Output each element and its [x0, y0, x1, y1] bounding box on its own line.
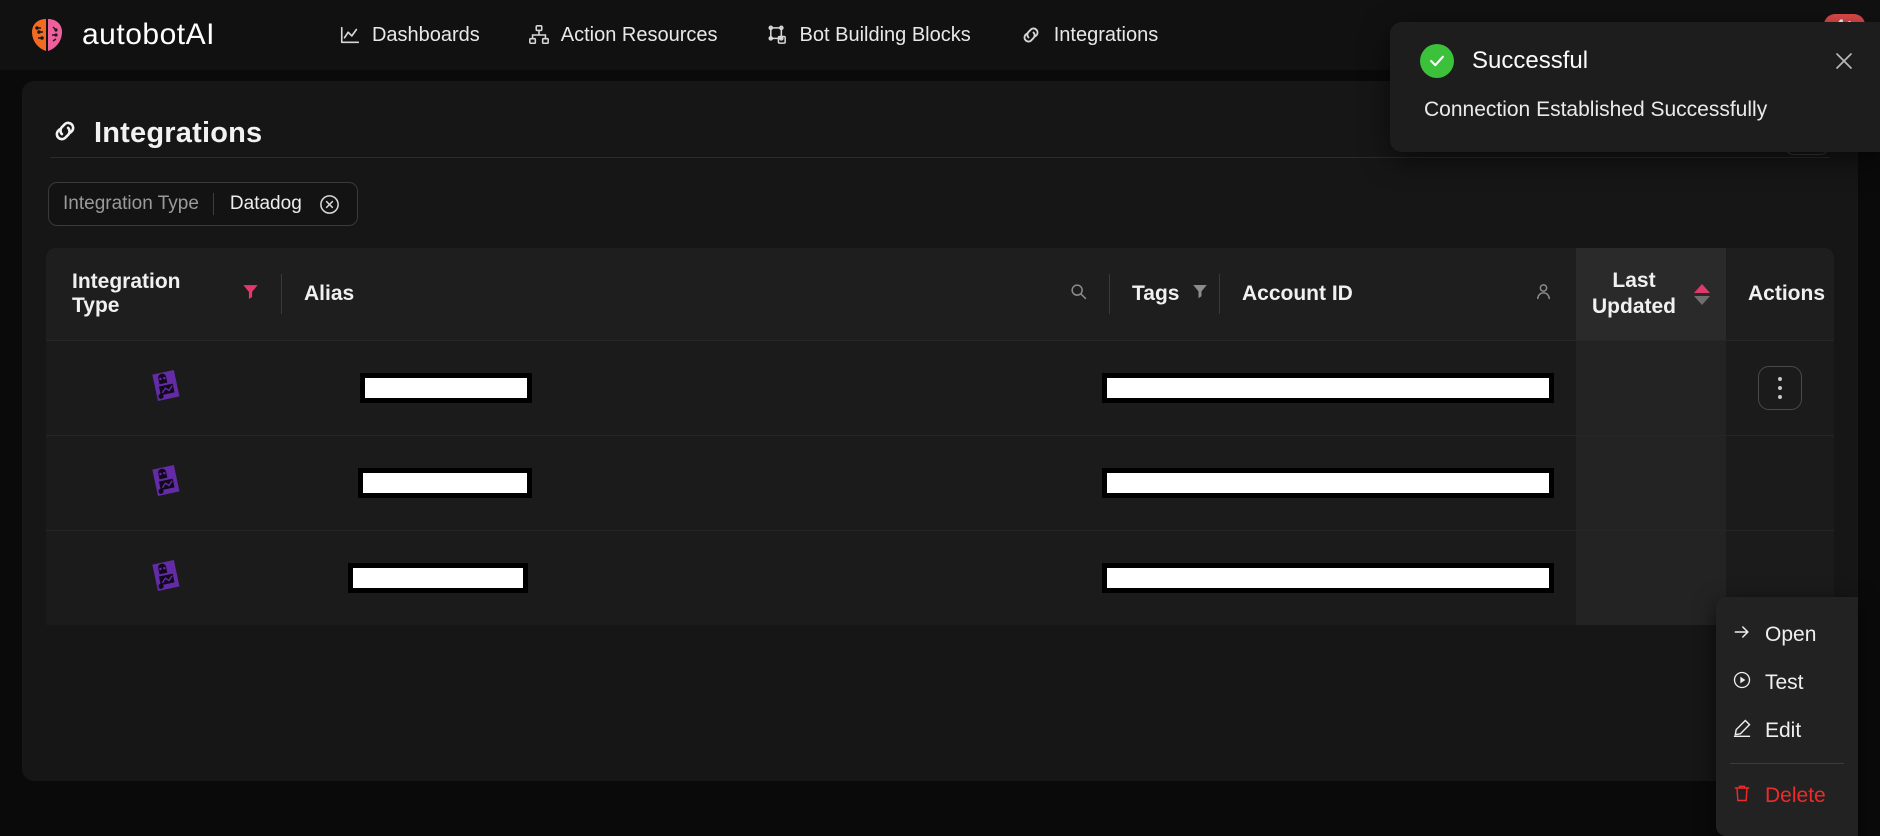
redacted-value — [1102, 468, 1554, 498]
cell-actions — [1726, 366, 1834, 410]
filter-chip-value: Datadog — [229, 193, 302, 214]
column-header-tags[interactable]: Tags — [1110, 248, 1220, 340]
check-circle-icon — [1420, 44, 1454, 78]
menu-item-edit[interactable]: Edit — [1716, 707, 1858, 755]
toast-message: Connection Established Successfully — [1424, 98, 1768, 121]
nav-item-bot-building-blocks[interactable]: Bot Building Blocks — [742, 0, 995, 70]
column-label: Last Updated — [1592, 268, 1676, 318]
trash-icon — [1732, 783, 1752, 809]
datadog-logo-icon — [151, 369, 181, 407]
nav-links: Dashboards Action Resources Bot Building… — [315, 0, 1182, 70]
filter-icon[interactable] — [1191, 282, 1209, 306]
filter-chip-integration-type[interactable]: Integration Type Datadog — [48, 182, 358, 226]
column-header-actions: Actions — [1726, 248, 1834, 340]
cell-integration-type — [46, 369, 282, 407]
cell-last-updated — [1576, 531, 1726, 626]
filter-chip-label: Integration Type — [63, 193, 199, 214]
sort-descending-icon — [1694, 295, 1710, 305]
brand[interactable]: autobotAI — [26, 14, 215, 56]
menu-item-test[interactable]: Test — [1716, 659, 1858, 707]
link-icon — [1019, 23, 1043, 47]
filter-icon[interactable] — [241, 282, 260, 307]
redacted-value — [1102, 373, 1554, 403]
filter-bar: Integration Type Datadog — [22, 158, 1858, 226]
person-icon[interactable] — [1533, 281, 1554, 308]
brain-logo-icon — [26, 14, 68, 56]
table-header-row: Integration Type Alias Tags Account ID L… — [46, 248, 1834, 340]
nav-item-label: Bot Building Blocks — [799, 23, 971, 46]
integrations-table: Integration Type Alias Tags Account ID L… — [46, 248, 1834, 625]
sort-ascending-icon — [1694, 283, 1710, 293]
kebab-menu-icon[interactable] — [1758, 366, 1802, 410]
column-header-last-updated[interactable]: Last Updated — [1576, 248, 1726, 340]
chart-line-icon — [339, 24, 361, 46]
datadog-logo-icon — [151, 559, 181, 597]
datadog-logo-icon — [151, 464, 181, 502]
column-header-alias[interactable]: Alias — [282, 248, 1110, 340]
table-row[interactable] — [46, 435, 1834, 530]
cell-account-id — [1076, 563, 1576, 593]
cell-alias — [282, 468, 966, 498]
column-label: Alias — [304, 282, 355, 305]
sort-icon[interactable] — [1694, 283, 1710, 305]
menu-item-delete[interactable]: Delete — [1716, 772, 1858, 820]
toast-header: Successful — [1420, 44, 1856, 78]
redacted-value — [360, 373, 532, 403]
close-circle-icon[interactable] — [318, 193, 341, 216]
play-circle-icon — [1732, 670, 1752, 696]
page-title: Integrations — [94, 116, 263, 149]
brand-name: autobotAI — [82, 18, 215, 51]
cell-alias — [282, 563, 966, 593]
column-header-account-id[interactable]: Account ID — [1220, 248, 1576, 340]
menu-item-label: Edit — [1765, 719, 1802, 742]
search-icon[interactable] — [1068, 281, 1088, 307]
column-label: Integration Type — [72, 270, 181, 317]
menu-item-label: Delete — [1765, 784, 1826, 807]
nav-item-action-resources[interactable]: Action Resources — [504, 0, 742, 70]
nav-item-label: Action Resources — [560, 23, 718, 46]
nav-item-label: Integrations — [1053, 23, 1159, 46]
column-header-integration-type[interactable]: Integration Type — [46, 248, 282, 340]
cell-account-id — [1076, 468, 1576, 498]
table-row[interactable] — [46, 530, 1834, 625]
cell-integration-type — [46, 559, 282, 597]
success-toast: Successful Connection Established Succes… — [1390, 22, 1880, 152]
cell-account-id — [1076, 373, 1576, 403]
bot-blocks-icon — [766, 24, 789, 47]
redacted-value — [358, 468, 532, 498]
sitemap-icon — [528, 24, 550, 46]
table-row[interactable] — [46, 340, 1834, 435]
column-label: Account ID — [1242, 282, 1353, 305]
toast-title: Successful — [1472, 47, 1589, 74]
column-label: Actions — [1748, 282, 1826, 305]
cell-last-updated — [1576, 341, 1726, 436]
menu-divider — [1730, 763, 1844, 764]
pencil-icon — [1732, 718, 1752, 744]
redacted-value — [348, 563, 528, 593]
arrow-right-icon — [1732, 622, 1752, 648]
cell-last-updated — [1576, 436, 1726, 531]
row-action-menu: Open Test Edit Delete — [1716, 597, 1858, 836]
nav-item-dashboards[interactable]: Dashboards — [315, 0, 504, 70]
close-icon[interactable] — [1832, 49, 1856, 73]
integrations-page-card: Integrations Integration Type Datadog In… — [22, 81, 1858, 836]
redacted-value — [1102, 563, 1554, 593]
menu-item-open[interactable]: Open — [1716, 611, 1858, 659]
menu-item-label: Open — [1765, 623, 1817, 646]
menu-item-label: Test — [1765, 671, 1804, 694]
link-icon — [50, 116, 80, 151]
cell-integration-type — [46, 464, 282, 502]
nav-item-integrations[interactable]: Integrations — [995, 0, 1183, 70]
cell-alias — [282, 373, 966, 403]
column-label: Tags — [1132, 282, 1180, 305]
nav-item-label: Dashboards — [371, 23, 480, 46]
